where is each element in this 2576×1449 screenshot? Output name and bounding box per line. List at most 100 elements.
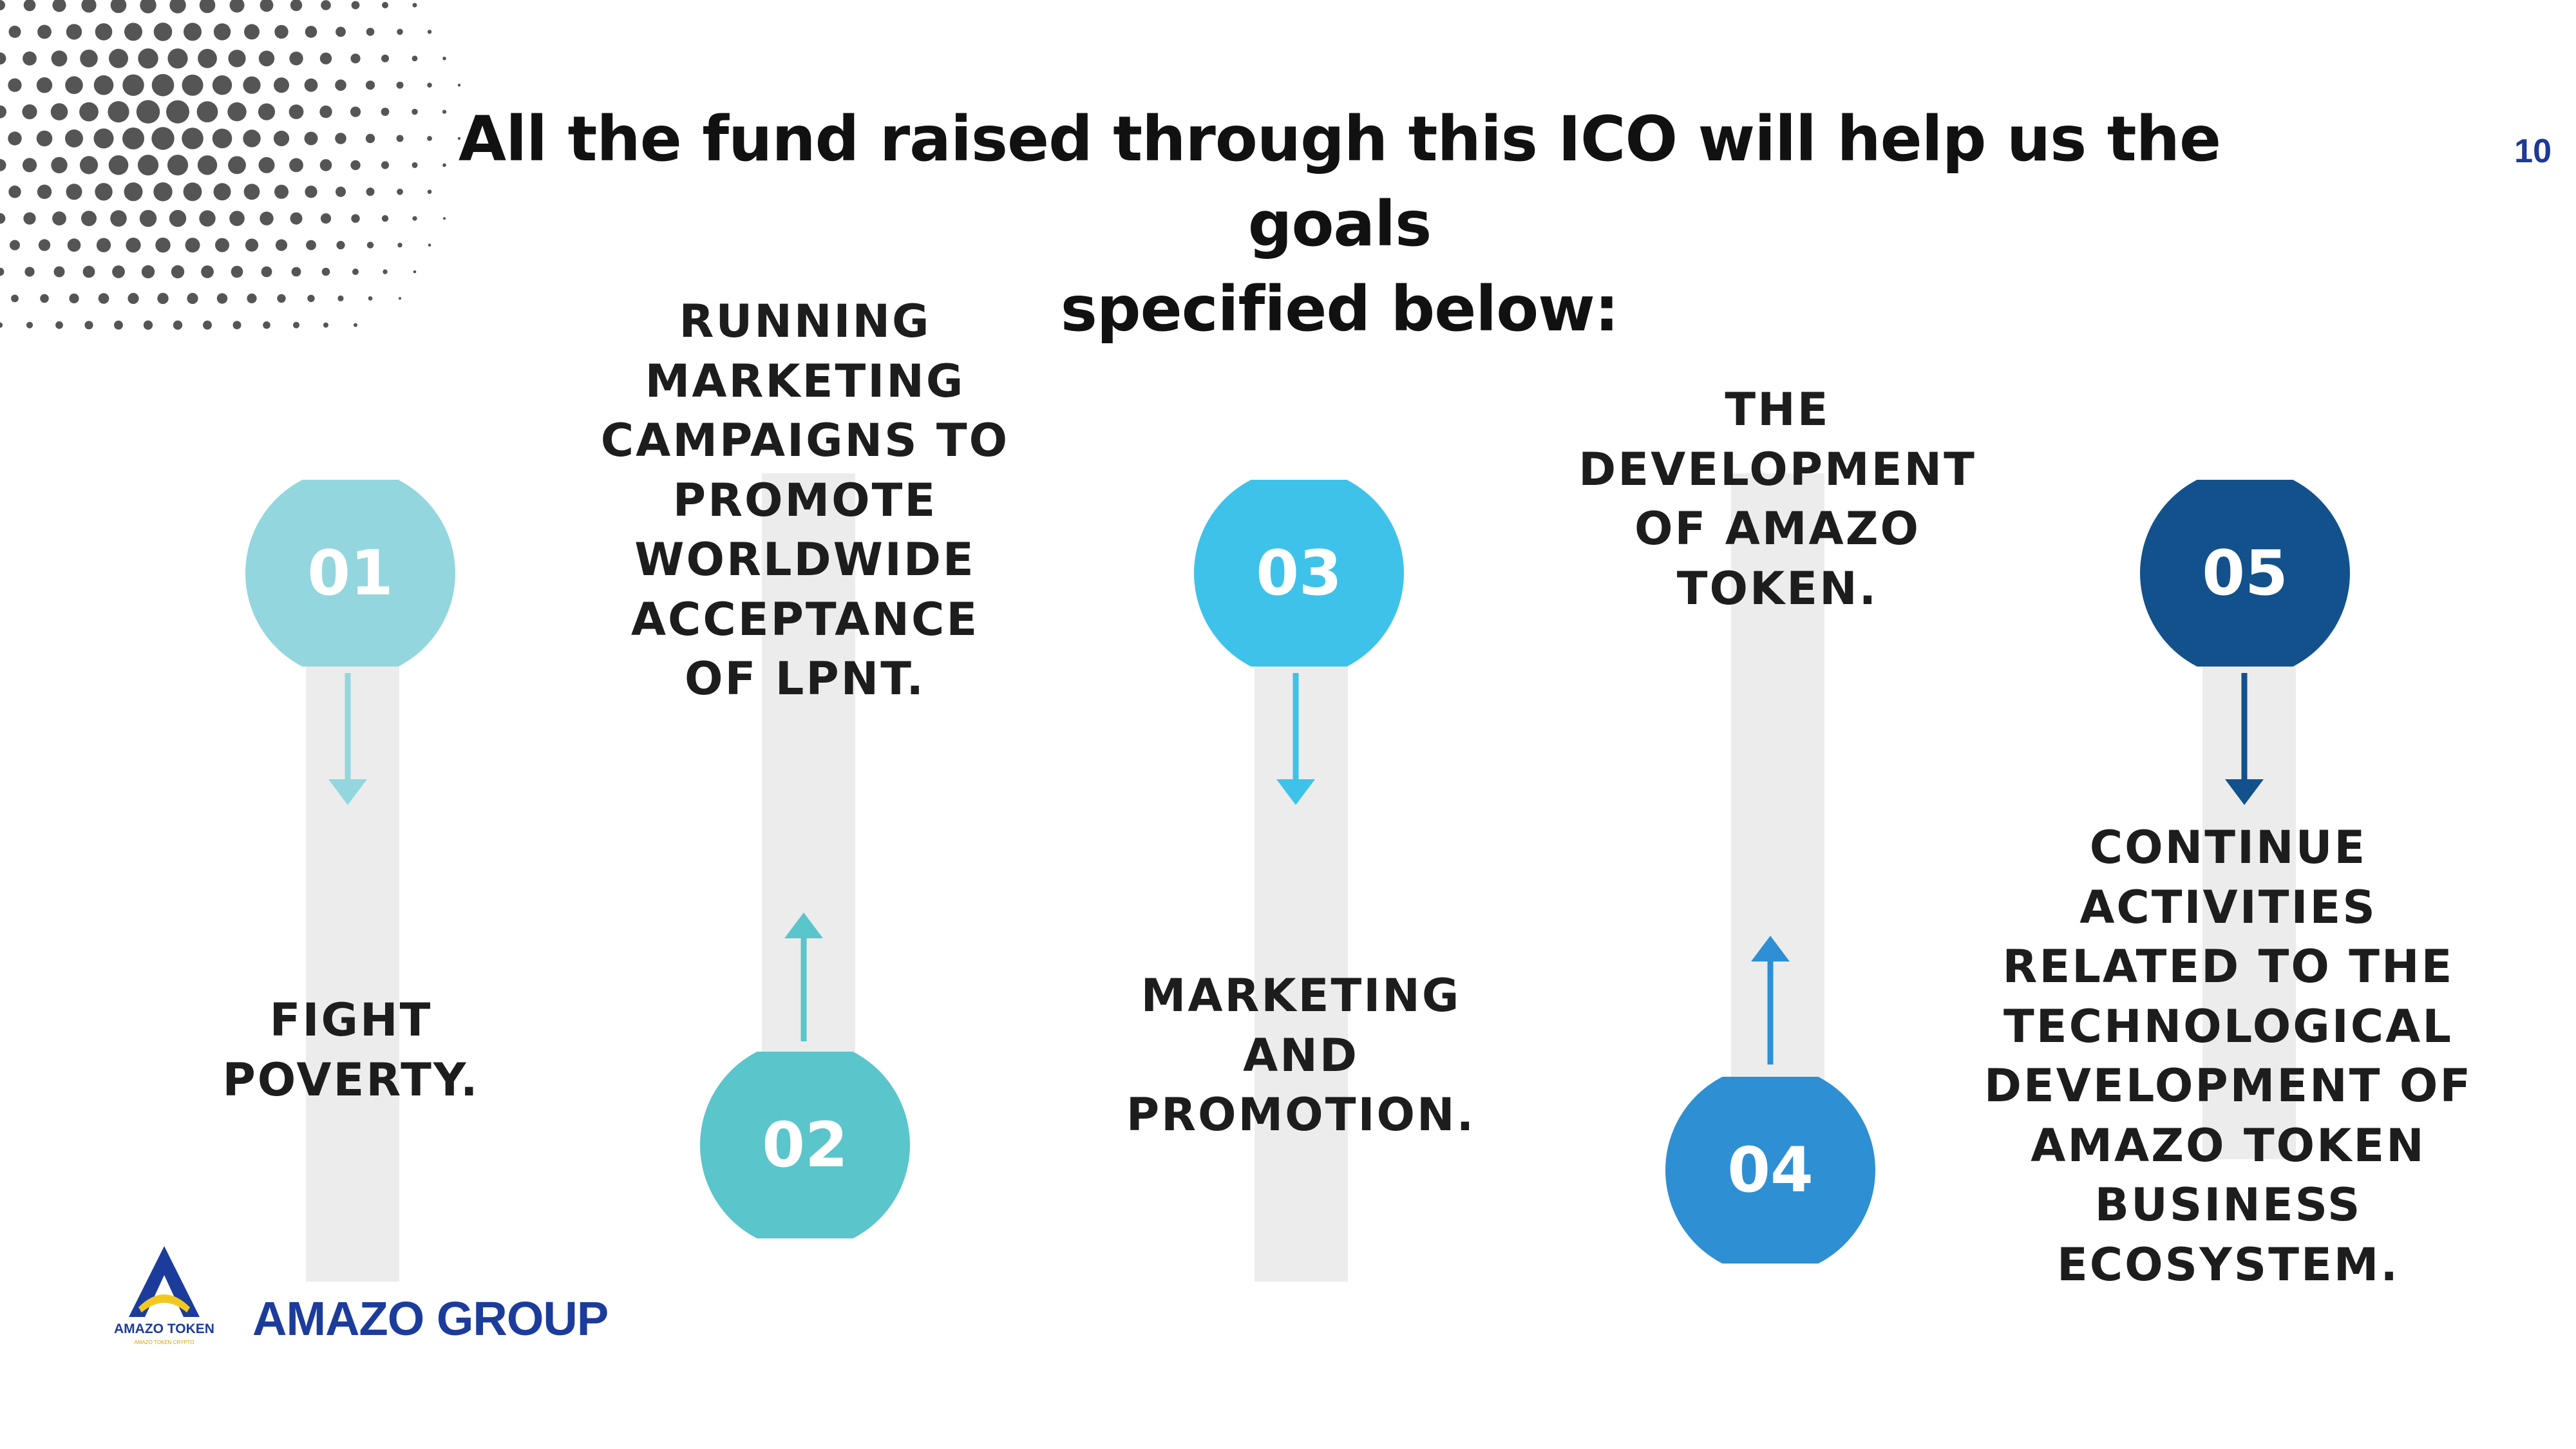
goal-03-badge: 03 xyxy=(1194,480,1404,667)
halftone-dot xyxy=(293,321,299,328)
halftone-dot xyxy=(229,211,245,227)
halftone-dot xyxy=(157,292,169,305)
halftone-dot xyxy=(128,292,139,304)
halftone-dot xyxy=(227,102,247,122)
halftone-dot xyxy=(37,24,52,39)
halftone-dot xyxy=(81,0,97,13)
halftone-dot xyxy=(337,295,344,301)
halftone-dot xyxy=(183,182,202,202)
halftone-dot xyxy=(140,0,156,14)
halftone-dot xyxy=(231,265,243,278)
halftone-dot xyxy=(260,211,274,225)
halftone-dot xyxy=(336,241,345,250)
halftone-dot xyxy=(24,267,35,277)
halftone-dot xyxy=(0,158,6,171)
halftone-dot xyxy=(187,292,198,304)
halftone-dot xyxy=(136,100,160,124)
goal-04-badge: 04 xyxy=(1665,1077,1875,1264)
halftone-dot xyxy=(124,182,143,202)
halftone-dot xyxy=(95,23,113,41)
goal-05-text-line: ACTIVITIES xyxy=(2079,880,2377,934)
halftone-dot xyxy=(167,155,189,176)
halftone-dot xyxy=(228,156,246,175)
halftone-dot xyxy=(290,0,303,12)
halftone-dot xyxy=(36,130,53,147)
halftone-dot xyxy=(171,265,185,279)
halftone-dot xyxy=(427,30,432,34)
halftone-dot xyxy=(412,55,418,62)
halftone-dot xyxy=(151,127,175,150)
halftone-dot xyxy=(182,128,204,149)
halftone-dot xyxy=(291,267,301,277)
arrow-up-icon xyxy=(784,913,823,1041)
halftone-dot xyxy=(307,294,315,303)
halftone-dot xyxy=(138,48,158,69)
halftone-dot xyxy=(122,74,144,96)
halftone-dot xyxy=(143,320,153,330)
halftone-dot xyxy=(412,3,417,8)
halftone-dot xyxy=(23,51,37,66)
halftone-dot xyxy=(321,0,331,10)
halftone-dot xyxy=(243,129,261,147)
goal-04-text-line: TOKEN. xyxy=(1676,562,1879,615)
halftone-dot xyxy=(289,52,303,66)
halftone-dot xyxy=(228,50,246,68)
goal-04-text-line: OF AMAZO xyxy=(1634,502,1920,555)
halftone-dot xyxy=(243,184,260,200)
halftone-dot xyxy=(306,240,316,251)
halftone-dot xyxy=(53,266,65,278)
halftone-dot xyxy=(108,101,129,123)
halftone-dot xyxy=(319,159,332,171)
halftone-dot xyxy=(52,211,66,226)
halftone-dot xyxy=(201,265,214,278)
halftone-dot xyxy=(350,53,361,64)
halftone-dot xyxy=(212,75,232,95)
halftone-dot xyxy=(335,79,346,91)
goal-05-text-line: CONTINUE xyxy=(2089,821,2367,874)
halftone-dot xyxy=(37,184,52,199)
goal-01-text: FIGHT POVERTY. xyxy=(158,990,544,1110)
goal-05-text-line: RELATED TO THE xyxy=(2002,940,2454,993)
halftone-dot xyxy=(427,82,432,88)
halftone-dot xyxy=(108,155,129,175)
halftone-dot xyxy=(98,293,109,304)
halftone-dot xyxy=(197,155,218,175)
goal-05-number: 05 xyxy=(2202,537,2288,609)
halftone-dot xyxy=(38,239,51,251)
halftone-dot xyxy=(229,0,245,13)
halftone-dot xyxy=(141,265,155,279)
halftone-dot xyxy=(8,78,22,92)
halftone-dot xyxy=(69,293,79,303)
halftone-dot xyxy=(213,183,231,201)
halftone-dot xyxy=(232,321,242,330)
halftone-dot xyxy=(23,212,36,225)
halftone-dot xyxy=(169,0,186,14)
halftone-dot xyxy=(305,185,317,198)
halftone-dot xyxy=(245,238,259,252)
goal-02-text-line: PROMOTE xyxy=(672,473,938,527)
halftone-dot xyxy=(304,131,318,146)
halftone-dot xyxy=(52,0,66,12)
halftone-dot xyxy=(274,184,289,199)
brand-name: AMAZO GROUP xyxy=(252,1292,609,1345)
halftone-dot xyxy=(321,267,330,276)
halftone-dot xyxy=(323,322,328,328)
halftone-dot xyxy=(185,238,200,253)
goal-02-text-line: CAMPAIGNS TO xyxy=(600,414,1010,467)
halftone-dot xyxy=(124,23,142,41)
halftone-dot xyxy=(336,186,346,197)
halftone-dot xyxy=(289,158,303,173)
halftone-dot xyxy=(151,73,175,97)
halftone-dot xyxy=(51,50,68,67)
halftone-dot xyxy=(110,210,127,227)
goal-05-text-line: TECHNOLOGICAL xyxy=(2003,999,2453,1053)
halftone-dot xyxy=(23,0,36,12)
goal-01-badge: 01 xyxy=(245,480,455,667)
halftone-dot xyxy=(55,321,63,329)
halftone-dot xyxy=(22,104,37,120)
goal-03-text-line: MARKETING xyxy=(1141,969,1461,1022)
halftone-dot xyxy=(442,57,446,61)
halftone-dot xyxy=(247,293,257,303)
halftone-dot xyxy=(50,103,68,120)
halftone-dot xyxy=(258,156,275,173)
